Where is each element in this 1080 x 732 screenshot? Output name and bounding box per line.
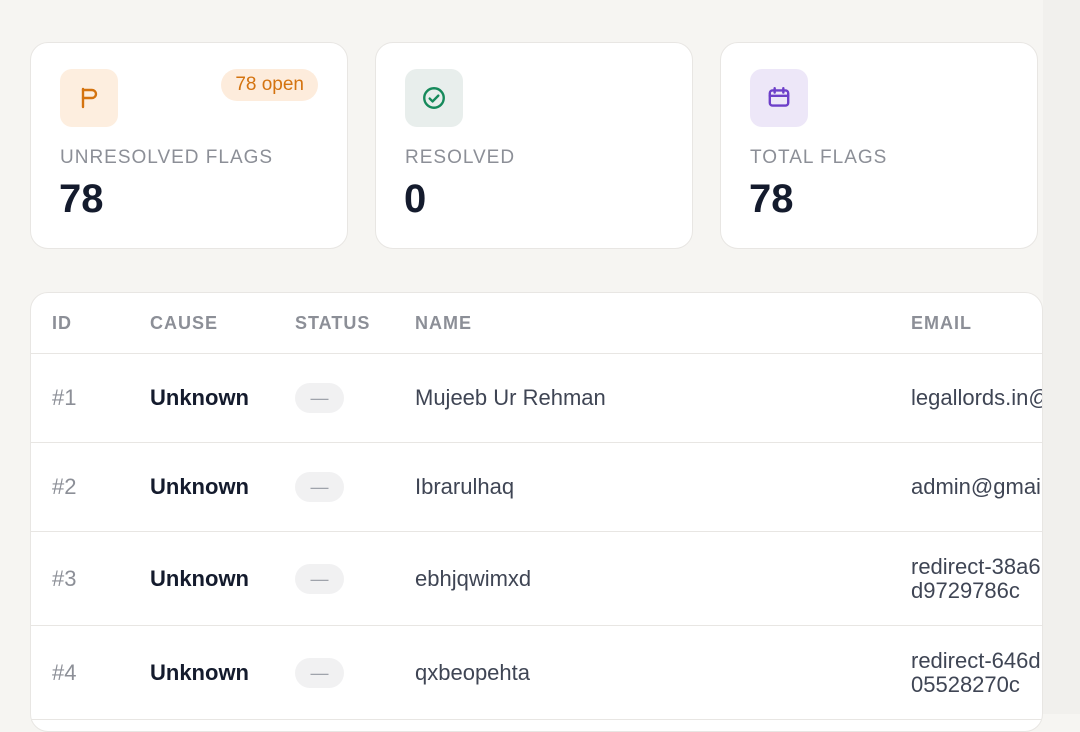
card-value: 78 xyxy=(59,177,104,221)
open-count-badge: 78 open xyxy=(221,69,318,101)
row-id: #3 xyxy=(31,531,150,626)
scrollbar-track[interactable] xyxy=(1043,0,1080,714)
status-pill: — xyxy=(295,472,344,502)
column-header-email[interactable]: EMAIL xyxy=(911,293,1042,354)
card-value: 0 xyxy=(404,177,427,221)
row-name: ebhjqwimxd xyxy=(415,531,911,626)
card-label: UNRESOLVED FLAGS xyxy=(60,147,274,168)
table-header-row: ID CAUSE STATUS NAME EMAIL xyxy=(31,293,1042,354)
row-email: redirect-38a6d9729786c xyxy=(911,554,1041,603)
calendar-icon xyxy=(750,69,808,127)
row-email: redirect-646d05528270c xyxy=(911,648,1041,697)
column-header-id[interactable]: ID xyxy=(31,293,150,354)
status-pill: — xyxy=(295,563,344,594)
row-cause: Unknown xyxy=(150,353,295,443)
stat-card-total: TOTAL FLAGS 78 xyxy=(720,42,1038,249)
row-name: qxbeopehta xyxy=(415,625,911,720)
stat-card-unresolved: 78 open UNRESOLVED FLAGS 78 xyxy=(30,42,348,249)
row-id: #4 xyxy=(31,625,150,720)
flag-icon xyxy=(60,69,118,127)
table-row[interactable]: #2 Unknown — Ibrarulhaq admin@gmail.co xyxy=(31,442,1042,532)
row-cause: Unknown xyxy=(150,625,295,720)
check-circle-icon xyxy=(405,69,463,127)
column-header-name[interactable]: NAME xyxy=(415,293,911,354)
column-header-cause[interactable]: CAUSE xyxy=(150,293,295,354)
table-row[interactable]: #4 Unknown — qxbeopehta redirect-646d055… xyxy=(31,625,1042,720)
row-id: #1 xyxy=(31,353,150,443)
stats-cards: 78 open UNRESOLVED FLAGS 78 RESOLVED 0 T… xyxy=(30,42,1038,249)
row-id: #2 xyxy=(31,442,150,532)
row-email: legallords.in@gm xyxy=(911,385,1042,410)
column-header-status[interactable]: STATUS xyxy=(295,293,415,354)
card-value: 78 xyxy=(749,177,794,221)
status-pill: — xyxy=(295,383,344,413)
card-label: TOTAL FLAGS xyxy=(750,147,888,168)
table-row[interactable]: #3 Unknown — ebhjqwimxd redirect-38a6d97… xyxy=(31,531,1042,626)
row-cause: Unknown xyxy=(150,531,295,626)
row-name: Mujeeb Ur Rehman xyxy=(415,353,911,443)
row-name: Ibrarulhaq xyxy=(415,442,911,532)
status-pill: — xyxy=(295,657,344,688)
row-email: admin@gmail.co xyxy=(911,474,1042,499)
row-cause: Unknown xyxy=(150,442,295,532)
card-label: RESOLVED xyxy=(405,147,516,168)
stat-card-resolved: RESOLVED 0 xyxy=(375,42,693,249)
flags-table: ID CAUSE STATUS NAME EMAIL #1 Unknown — … xyxy=(30,292,1043,732)
table-row[interactable]: #1 Unknown — Mujeeb Ur Rehman legallords… xyxy=(31,353,1042,443)
